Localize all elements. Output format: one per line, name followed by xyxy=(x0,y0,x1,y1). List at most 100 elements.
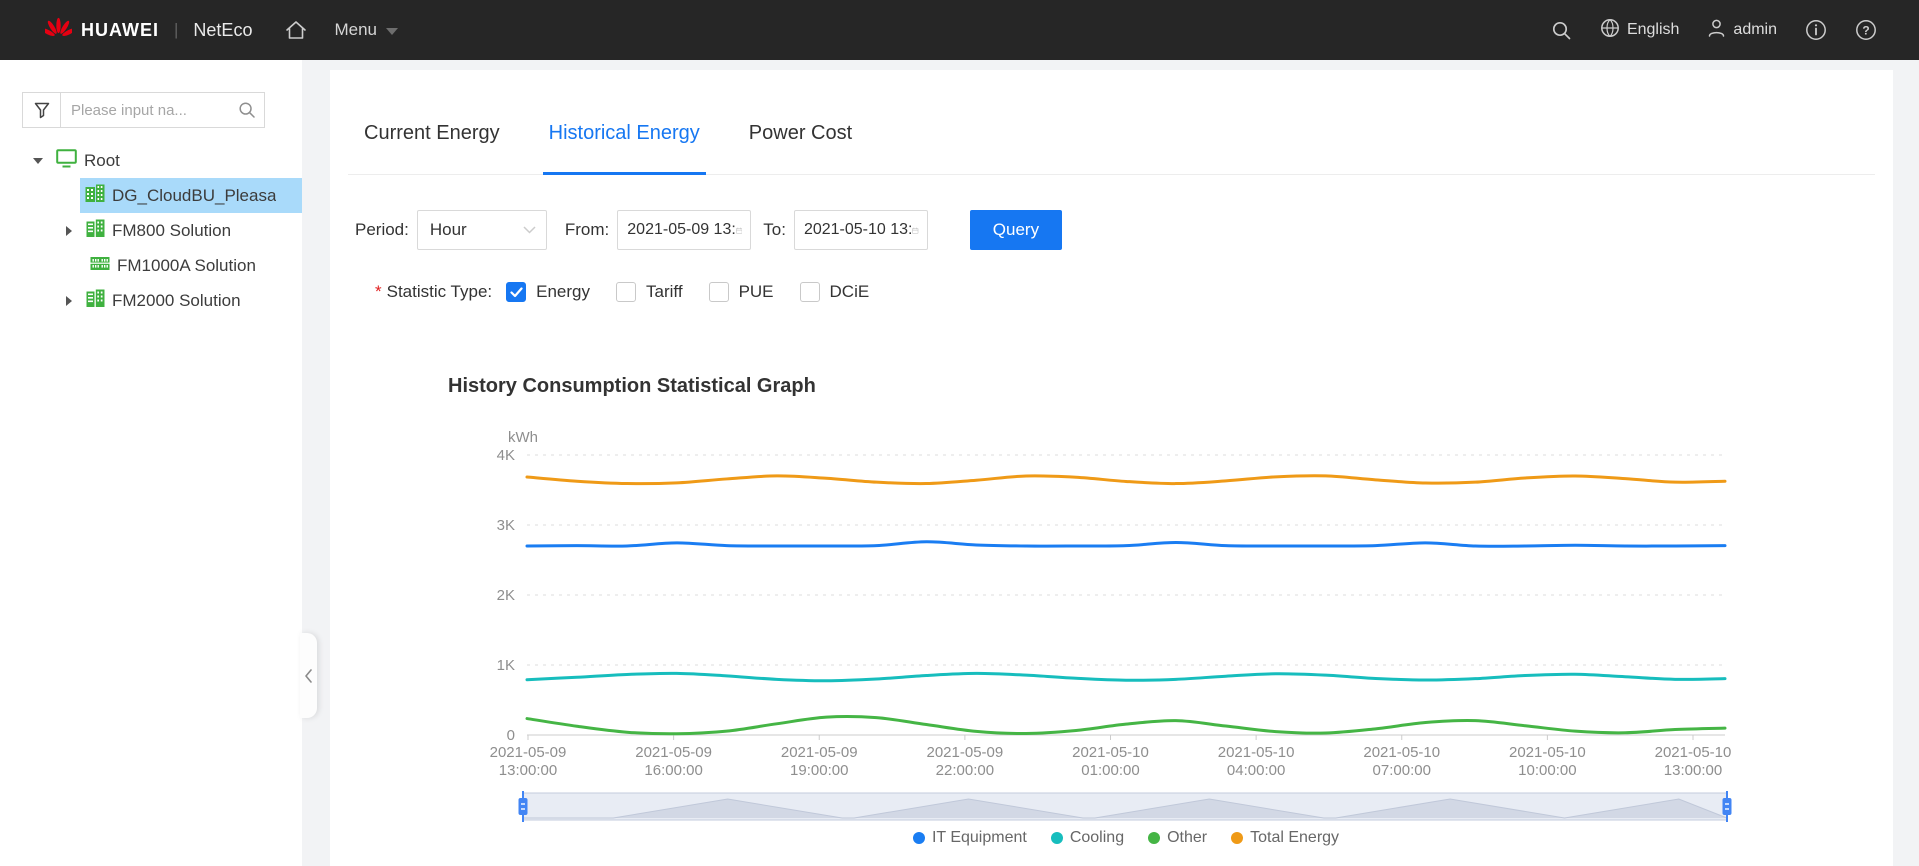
x-tick-label: 2021-05-09 16:00:00 xyxy=(635,744,712,779)
legend-dot-icon xyxy=(912,832,925,844)
help-icon[interactable]: ? xyxy=(1855,19,1877,41)
tab-power-cost[interactable]: Power Cost xyxy=(743,122,858,175)
series-line-other xyxy=(525,715,1727,736)
user-icon xyxy=(1707,18,1726,43)
to-date-input[interactable]: 2021-05-10 13: xyxy=(793,210,928,250)
period-select[interactable]: Hour xyxy=(416,210,547,250)
tab-historical-energy[interactable]: Historical Energy xyxy=(542,122,706,175)
search-submit-icon[interactable] xyxy=(230,93,264,127)
calendar-icon xyxy=(912,227,919,234)
legend-dot-icon xyxy=(1050,832,1063,844)
tab-current-energy[interactable]: Current Energy xyxy=(358,122,506,175)
legend-item-total-energy[interactable]: Total Energy xyxy=(1231,829,1339,847)
checkbox-box[interactable] xyxy=(506,282,527,302)
filter-row: Period: Hour From: 2021-05-09 13: To: 20… xyxy=(355,210,1062,250)
checkbox-box[interactable] xyxy=(799,282,820,302)
legend-item-other[interactable]: Other xyxy=(1148,829,1207,847)
x-tick-label: 2021-05-09 19:00:00 xyxy=(781,744,858,779)
search-icon[interactable] xyxy=(1551,20,1572,41)
tree-node-label: FM800 Solution xyxy=(112,220,232,240)
y-tick-label: 1K xyxy=(497,657,515,674)
period-label: Period: xyxy=(355,220,409,239)
chart-legend: IT Equipment Cooling Other Total Energy xyxy=(527,826,1725,850)
filter-icon[interactable] xyxy=(23,93,61,127)
legend-label: Cooling xyxy=(1069,829,1125,846)
legend-item-cooling[interactable]: Cooling xyxy=(1050,829,1125,847)
buildings-icon xyxy=(86,219,105,242)
chevron-left-icon xyxy=(305,668,312,683)
y-tick-label: 4K xyxy=(497,447,515,464)
caret-down-icon[interactable] xyxy=(33,157,43,164)
sidebar-item-fm1000a[interactable]: FM1000A Solution xyxy=(0,248,302,283)
username-label: admin xyxy=(1733,21,1777,38)
x-tick-label: 2021-05-10 04:00:00 xyxy=(1218,744,1295,779)
info-icon[interactable] xyxy=(1805,19,1827,41)
checkbox-box[interactable] xyxy=(616,282,637,302)
chart-title: History Consumption Statistical Graph xyxy=(448,375,816,397)
x-tick-label: 2021-05-10 13:00:00 xyxy=(1655,744,1732,779)
sidebar-item-fm800[interactable]: FM800 Solution xyxy=(0,213,302,248)
from-label: From: xyxy=(564,220,610,239)
menu-dropdown[interactable]: Menu xyxy=(334,20,398,40)
chevron-down-icon xyxy=(385,27,398,35)
sidebar-item-dg-cloudbu[interactable]: DG_CloudBU_Pleasa xyxy=(80,178,302,213)
tab-bar: Current Energy Historical Energy Power C… xyxy=(358,122,858,175)
svg-text:?: ? xyxy=(1862,23,1869,37)
legend-dot-icon xyxy=(1148,832,1161,844)
sidebar-collapse-handle[interactable] xyxy=(300,633,317,718)
caret-right-icon[interactable] xyxy=(66,295,72,306)
x-tick-label: 2021-05-10 07:00:00 xyxy=(1363,744,1440,779)
language-switcher[interactable]: English xyxy=(1600,18,1679,43)
to-date-value: 2021-05-10 13: xyxy=(803,221,913,238)
check-icon xyxy=(510,286,523,297)
legend-label: Total Energy xyxy=(1250,829,1340,846)
series-line-it-equipment xyxy=(525,540,1727,548)
y-tick-label: 3K xyxy=(497,517,515,534)
globe-icon xyxy=(1600,18,1620,43)
caret-right-icon[interactable] xyxy=(66,225,72,236)
x-tick-label: 2021-05-09 13:00:00 xyxy=(490,744,567,779)
user-menu[interactable]: admin xyxy=(1707,18,1777,43)
from-date-input[interactable]: 2021-05-09 13: xyxy=(617,210,752,250)
datazoom-handle-left[interactable] xyxy=(518,798,528,815)
to-label: To: xyxy=(763,220,786,239)
calendar-icon xyxy=(735,227,743,234)
sidebar: Root DG_CloudBU_ xyxy=(0,60,302,866)
statistic-options: Energy Tariff PUE DCiE xyxy=(506,282,869,302)
y-tick-label: 2K xyxy=(497,587,515,604)
brand-divider: | xyxy=(174,20,179,39)
from-date-value: 2021-05-09 13: xyxy=(627,221,736,238)
y-tick-label: 0 xyxy=(507,727,515,744)
device-tree: Root DG_CloudBU_Pleasa FM800 Solution FM… xyxy=(0,143,302,318)
checkbox-pue[interactable]: PUE xyxy=(708,282,774,302)
checkbox-tariff[interactable]: Tariff xyxy=(616,282,683,302)
server-icon xyxy=(90,255,110,277)
tree-node-label: FM1000A Solution xyxy=(117,255,256,275)
checkbox-dcie[interactable]: DCiE xyxy=(799,282,870,302)
home-icon[interactable] xyxy=(284,19,308,41)
tree-node-label: Root xyxy=(84,150,120,170)
sidebar-item-root[interactable]: Root xyxy=(0,143,302,178)
legend-label: IT Equipment xyxy=(931,829,1027,846)
building-icon xyxy=(85,184,105,207)
checkbox-label: Energy xyxy=(536,282,591,301)
legend-item-it-equipment[interactable]: IT Equipment xyxy=(912,829,1027,847)
huawei-logo-icon xyxy=(40,17,77,44)
checkbox-label: Tariff xyxy=(646,282,683,301)
sidebar-item-fm2000[interactable]: FM2000 Solution xyxy=(0,283,302,318)
checkbox-box[interactable] xyxy=(708,282,729,302)
y-axis-unit-label: kWh xyxy=(508,429,538,446)
history-consumption-chart: kWh 4K 3K 2K 1K 0 2021-05-09 13:00:00 2021-05-09… xyxy=(330,410,1893,860)
series-line-total-energy xyxy=(525,474,1727,486)
monitor-icon xyxy=(56,148,77,173)
statistic-type-row: * Statistic Type: Energy Tariff PUE DCiE xyxy=(375,277,869,307)
product-name: NetEco xyxy=(193,19,253,40)
checkbox-energy[interactable]: Energy xyxy=(506,282,590,302)
required-mark: * xyxy=(375,282,382,301)
x-tick-label: 2021-05-10 01:00:00 xyxy=(1072,744,1149,779)
chart-canvas: kWh4K 3K 2K 1K 02021-05-09 13:00:00 2021-05-09… xyxy=(490,429,1732,822)
checkbox-label: DCiE xyxy=(829,282,870,301)
query-button[interactable]: Query xyxy=(969,210,1062,250)
datazoom-handle-right[interactable] xyxy=(1722,798,1732,815)
search-input[interactable] xyxy=(61,101,230,119)
